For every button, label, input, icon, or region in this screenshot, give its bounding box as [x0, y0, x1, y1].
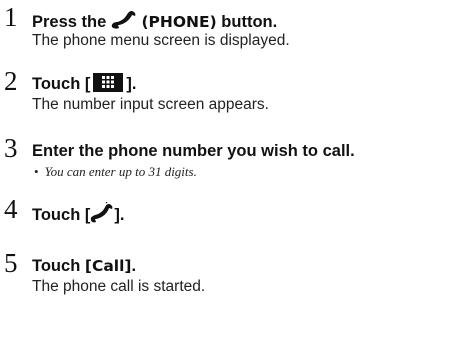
step-number: 5 — [4, 248, 18, 278]
step-text-prefix: Touch [ — [32, 205, 91, 224]
step-text-suffix: ]. — [114, 205, 125, 224]
step-text-prefix: Touch [ — [32, 75, 91, 93]
step-text-tail: button. — [216, 12, 278, 31]
call-handset-icon — [90, 201, 114, 229]
step-number: 2 — [4, 66, 18, 96]
step-note: • You can enter up to 31 digits. — [34, 164, 197, 180]
step-heading: Enter the phone number you wish to call. — [32, 142, 355, 160]
step-number: 3 — [4, 133, 18, 163]
step-heading: Touch [ ]. — [32, 73, 137, 94]
step-description: The number input screen appears. — [32, 96, 269, 113]
keypad-icon — [93, 73, 124, 93]
bullet: • — [34, 164, 39, 179]
step-text-prefix: Touch — [32, 257, 85, 275]
note-text: You can enter up to 31 digits. — [44, 164, 197, 179]
step-heading: Touch [Call]. — [32, 256, 136, 276]
step-number: 1 — [4, 2, 18, 32]
step-text-suffix: ]. — [126, 75, 137, 93]
call-keyword: [Call] — [84, 257, 132, 275]
step-description: The phone menu screen is displayed. — [32, 32, 290, 49]
step-description: The phone call is started. — [32, 278, 206, 295]
phone-keyword: (PHONE) — [141, 12, 217, 31]
step-number: 4 — [4, 194, 18, 224]
step-text-prefix: Press the — [32, 12, 111, 31]
step-heading: Touch []. — [32, 201, 125, 229]
step-text-suffix: . — [131, 257, 137, 275]
